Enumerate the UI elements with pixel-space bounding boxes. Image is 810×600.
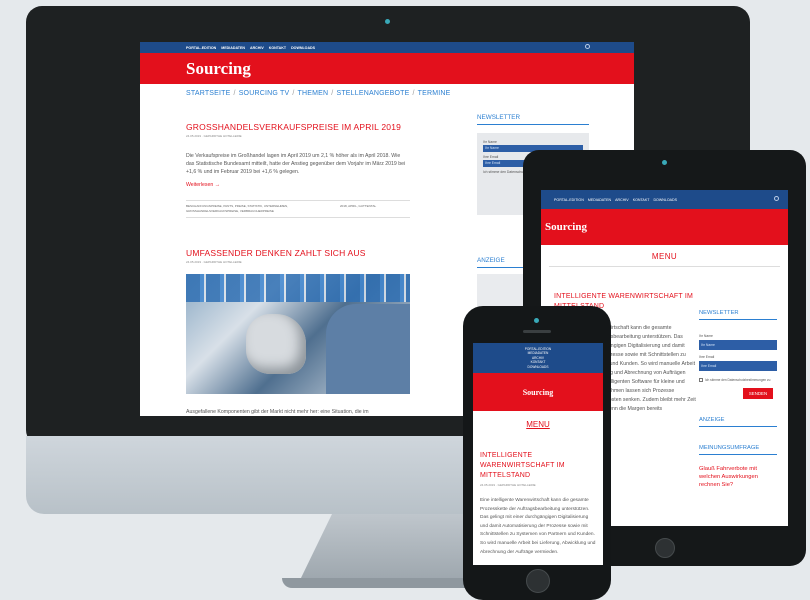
name-label: Ihr Name <box>699 334 713 338</box>
post-meta: 24.05.2019 · GEPARDTHE HOTELLERIE <box>186 134 242 138</box>
camera-icon <box>534 318 539 323</box>
send-button[interactable]: SENDEN <box>743 388 773 399</box>
post-categories[interactable]: BESCHAFFUNGSPREISE, PANTS, PREISE, STATI… <box>186 204 326 214</box>
home-button-icon[interactable] <box>655 538 675 558</box>
topbar-link[interactable]: ARCHIV <box>250 46 264 50</box>
read-more-link[interactable]: Weiterlesen → <box>186 182 410 188</box>
desktop-header: Sourcing <box>140 53 634 84</box>
topbar-link[interactable]: PORTAL-EDITION <box>186 46 216 50</box>
name-label: Ihr Name <box>483 140 497 144</box>
nav-item-sourcing-tv[interactable]: SOURCING TV <box>239 90 290 97</box>
search-icon[interactable] <box>585 44 590 49</box>
consent-label: Ich stimme den Datenschutzbestimmungen z… <box>705 378 771 382</box>
post-excerpt: Ausgefallene Komponenten gibt der Markt … <box>186 409 369 415</box>
topbar-link[interactable]: MEDIADATEN <box>221 46 245 50</box>
consent-checkbox[interactable] <box>699 378 703 382</box>
topbar-link[interactable]: MEDIADATEN <box>588 198 611 202</box>
menu-toggle[interactable]: MENU <box>541 252 788 261</box>
topbar-link[interactable]: PORTAL-EDITION <box>554 198 584 202</box>
image-shelf <box>186 274 410 302</box>
name-field[interactable]: Ihr Name <box>699 340 777 350</box>
post-title[interactable]: GROSSHANDELSVERKAUFSPREISE IM APRIL 2019 <box>186 122 410 132</box>
post-grosshandel: GROSSHANDELSVERKAUFSPREISE IM APRIL 2019… <box>186 122 410 218</box>
topbar-link[interactable]: KONTAKT <box>269 46 286 50</box>
consent-row: Ich stimme den Datenschutzbestimmungen z… <box>699 378 777 382</box>
nav-item-termine[interactable]: TERMINE <box>418 90 451 97</box>
post-tag-list[interactable]: 2018, APRIL, GUTTENTAL <box>340 204 410 214</box>
desktop-topbar: PORTAL-EDITION MEDIADATEN ARCHIV KONTAKT… <box>140 42 634 53</box>
site-logo[interactable]: Sourcing <box>186 59 251 79</box>
phone-topbar: PORTAL-EDITION MEDIADATEN ARCHIV KONTAKT… <box>473 343 603 373</box>
ad-heading: ANZEIGE <box>699 417 777 427</box>
desktop-content: GROSSHANDELSVERKAUFSPREISE IM APRIL 2019… <box>186 122 410 416</box>
nav-item-themen[interactable]: THEMEN <box>298 90 329 97</box>
search-icon[interactable] <box>774 196 779 201</box>
image-robot-hand <box>246 314 306 374</box>
phone-header: Sourcing <box>473 373 603 411</box>
topbar-link[interactable]: DOWNLOADS <box>653 198 677 202</box>
nav-item-startseite[interactable]: STARTSEITE <box>186 90 231 97</box>
tablet-header: Sourcing <box>541 209 788 245</box>
post-meta: 24.05.2019 · GEPARDTHE HOTELLERIE <box>480 483 536 487</box>
phone-screen: PORTAL-EDITION MEDIADATEN ARCHIV KONTAKT… <box>473 343 603 565</box>
nav-item-stellenangebote[interactable]: STELLENANGEBOTE <box>336 90 409 97</box>
camera-icon <box>662 160 667 165</box>
post-image[interactable] <box>186 274 410 394</box>
newsletter-heading: NEWSLETTER <box>477 114 589 125</box>
post-excerpt: Die Verkaufspreise im Großhandel lagen i… <box>186 153 406 175</box>
topbar-link[interactable]: ARCHIV <box>615 198 629 202</box>
home-button-icon[interactable] <box>526 569 550 593</box>
post-meta: 24.05.2019 · GEPARDTHE HOTELLERIE <box>186 260 242 264</box>
email-field[interactable]: Ihre Email <box>699 361 777 371</box>
topbar-link[interactable]: KONTAKT <box>633 198 650 202</box>
survey-question-link[interactable]: Glauß Fahrverbote mit welchen Auswirkung… <box>699 465 777 489</box>
post-title[interactable]: INTELLIGENTE WARENWIRTSCHAFT IM MITTELST… <box>480 451 596 481</box>
email-label: Ihre Email <box>699 355 715 359</box>
tablet-topbar: PORTAL-EDITION MEDIADATEN ARCHIV KONTAKT… <box>541 190 788 209</box>
phone-post: INTELLIGENTE WARENWIRTSCHAFT IM MITTELST… <box>473 451 603 557</box>
post-tags: BESCHAFFUNGSPREISE, PANTS, PREISE, STATI… <box>186 200 410 218</box>
post-text: Eine intelligente Warenwirtschaft kann d… <box>480 498 596 555</box>
topbar-link[interactable]: DOWNLOADS <box>528 365 549 370</box>
survey-heading: MEINUNGSUMFRAGE <box>699 445 777 455</box>
site-logo[interactable]: Sourcing <box>523 388 554 397</box>
nav-separator: / <box>233 90 236 97</box>
tablet-sidebar: NEWSLETTER Ihr Name Ihr Name Ihre Email … <box>699 310 777 489</box>
nav-separator: / <box>292 90 295 97</box>
nav-separator: / <box>412 90 415 97</box>
divider <box>549 266 780 267</box>
post-umfassender-denken: UMFASSENDER DENKEN ZAHLT SICH AUS 24.05.… <box>186 248 410 416</box>
topbar-link[interactable]: DOWNLOADS <box>291 46 315 50</box>
site-logo[interactable]: Sourcing <box>545 221 587 233</box>
nav-separator: / <box>331 90 334 97</box>
post-title[interactable]: UMFASSENDER DENKEN ZAHLT SICH AUS <box>186 248 410 258</box>
camera-icon <box>385 19 390 24</box>
newsletter-heading: NEWSLETTER <box>699 310 777 320</box>
newsletter-form: Ihr Name Ihr Name Ihre Email Ihre Email … <box>699 334 777 399</box>
image-worker-arm <box>326 304 410 394</box>
menu-toggle[interactable]: MENU <box>473 420 603 429</box>
desktop-main-nav: STARTSEITE / SOURCING TV / THEMEN / STELLEN… <box>140 84 634 97</box>
speaker-icon <box>523 330 551 333</box>
